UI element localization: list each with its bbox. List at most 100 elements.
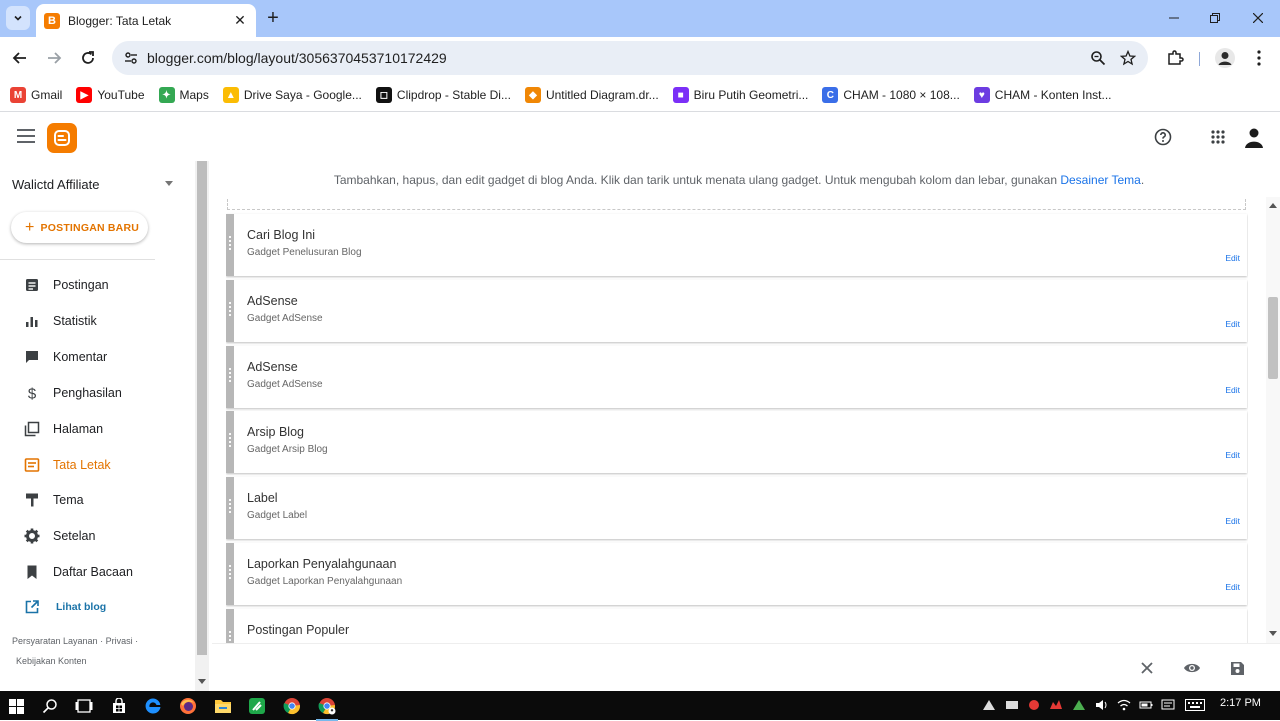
svg-text:$: $ [28,385,37,401]
chrome-menu-button[interactable] [1247,46,1271,70]
gadget-edit-link[interactable]: Edit [1225,450,1240,460]
zoom-icon[interactable] [1089,49,1107,67]
menu-icon[interactable] [17,129,35,143]
tab-close-icon[interactable]: ✕ [232,12,248,29]
bookmark-item[interactable]: ▶ YouTube [76,87,145,103]
battery-icon[interactable] [1138,697,1154,713]
sidebar-item-tata-letak[interactable]: Tata Letak [24,453,184,477]
apps-grid-icon[interactable] [1206,125,1230,149]
new-post-button[interactable]: + POSTINGAN BARU [11,212,148,243]
gadget-card[interactable]: Postingan Populer [226,608,1247,643]
tray-app-icon[interactable] [1004,697,1020,713]
drag-handle-icon[interactable] [226,608,234,643]
minimize-button[interactable] [1164,8,1184,28]
bookmark-item[interactable]: C CHAM - 1080 × 108... [822,87,960,103]
discard-button[interactable] [1137,658,1157,678]
gadget-card[interactable]: Arsip Blog Gadget Arsip Blog Edit [226,411,1247,474]
help-icon[interactable] [1151,125,1175,149]
notification-icon[interactable] [1160,697,1176,713]
save-button[interactable] [1227,658,1247,678]
windows-start-button[interactable] [5,695,27,717]
account-avatar[interactable] [1242,125,1266,149]
bookmark-item[interactable]: ✦ Maps [158,87,209,103]
bookmark-item[interactable]: ♥ CHAM - Konten Inst... [973,87,1112,103]
drag-handle-icon[interactable] [226,543,234,605]
pages-icon [24,421,40,437]
bookmark-star-icon[interactable] [1119,49,1137,67]
browser-tab-active[interactable]: B Blogger: Tata Letak ✕ [36,4,256,37]
store-taskbar-icon[interactable] [108,695,130,717]
scroll-down-arrow-icon[interactable] [198,679,206,684]
address-bar[interactable]: blogger.com/blog/layout/3056370453710172… [112,41,1148,75]
theme-designer-link[interactable]: Desainer Tema [1060,173,1140,187]
gadget-edit-link[interactable]: Edit [1225,385,1240,395]
drag-handle-icon[interactable] [226,214,234,276]
drag-handle-icon[interactable] [226,477,234,540]
reload-button[interactable] [76,46,100,70]
close-window-button[interactable] [1248,8,1268,28]
scroll-down-arrow-icon[interactable] [1269,631,1277,636]
sidebar-item-statistik[interactable]: Statistik [24,309,184,333]
bookmark-item[interactable]: ◻ Clipdrop - Stable Di... [375,87,511,103]
gadget-edit-link[interactable]: Edit [1225,516,1240,526]
task-view-button[interactable] [73,695,95,717]
keyboard-icon[interactable] [1184,697,1206,713]
sidebar-item-halaman[interactable]: Halaman [24,417,184,441]
gadget-edit-link[interactable]: Edit [1225,319,1240,329]
tray-app-icon[interactable] [1071,697,1087,713]
gadget-edit-link[interactable]: Edit [1225,253,1240,263]
sidebar-item-komentar[interactable]: Komentar [24,345,184,369]
restore-button[interactable] [1205,8,1225,28]
bookmark-item[interactable]: M Gmail [10,87,62,103]
sidebar-item-penghasilan[interactable]: $ Penghasilan [24,381,184,405]
scroll-up-arrow-icon[interactable] [1269,203,1277,208]
terms-link[interactable]: Persyaratan Layanan [12,636,98,646]
gadget-edit-link[interactable]: Edit [1225,582,1240,592]
sidebar-item-setelan[interactable]: Setelan [24,524,184,548]
green-app-taskbar-icon[interactable] [246,695,268,717]
gadget-card[interactable]: Laporkan Penyalahgunaan Gadget Laporkan P… [226,543,1247,605]
forward-button[interactable] [42,46,66,70]
drag-handle-icon[interactable] [226,279,234,342]
tray-app-icon[interactable] [1026,697,1042,713]
main-scroll-thumb[interactable] [1268,297,1278,379]
sidebar-scroll-thumb[interactable] [197,161,207,655]
tray-app-icon[interactable] [1048,697,1064,713]
drag-handle-icon[interactable] [226,345,234,408]
privacy-link[interactable]: Privasi [106,636,133,646]
gadget-card[interactable]: Label Gadget Label Edit [226,477,1247,540]
chrome-profile-taskbar-icon[interactable] [316,695,338,721]
sidebar-item-tema[interactable]: Tema [24,488,184,512]
blogger-logo-icon[interactable] [47,123,77,153]
sidebar-scrollbar[interactable] [195,161,209,691]
back-button[interactable] [8,46,32,70]
sidebar-item-postingan[interactable]: Postingan [24,273,184,297]
site-settings-icon[interactable] [120,47,142,69]
content-policy-link[interactable]: Kebijakan Konten [16,656,87,666]
tray-app-icon[interactable] [981,697,997,713]
edge-taskbar-icon[interactable] [142,695,164,717]
preview-button[interactable] [1182,658,1202,678]
blog-selector[interactable]: Walictd Affiliate [12,177,177,192]
main-scrollbar[interactable] [1266,197,1280,643]
bookmark-item[interactable]: ▲ Drive Saya - Google... [222,87,362,103]
volume-icon[interactable] [1094,697,1110,713]
gadget-card[interactable]: AdSense Gadget AdSense Edit [226,345,1247,408]
gadget-card[interactable]: Cari Blog Ini Gadget Penelusuran Blog Edit [226,214,1247,276]
gadget-card[interactable]: AdSense Gadget AdSense Edit [226,279,1247,342]
wifi-icon[interactable] [1116,697,1132,713]
bookmark-item[interactable]: ■ Biru Putih Geometri... [672,87,808,103]
sidebar-item-daftar-bacaan[interactable]: Daftar Bacaan [24,560,184,584]
profile-avatar[interactable] [1213,46,1237,70]
search-taskbar-button[interactable] [39,695,61,717]
firefox-taskbar-icon[interactable] [177,695,199,717]
new-tab-button[interactable]: + [262,8,284,30]
view-blog-link[interactable]: Lihat blog [24,599,106,615]
extensions-button[interactable] [1163,46,1187,70]
tab-search-button[interactable] [6,6,30,30]
file-explorer-taskbar-icon[interactable] [212,695,234,717]
taskbar-clock[interactable]: 2:17 PM [1220,697,1261,709]
drag-handle-icon[interactable] [226,411,234,474]
bookmark-item[interactable]: ◆ Untitled Diagram.dr... [524,87,659,103]
chrome-taskbar-icon[interactable] [281,695,303,717]
